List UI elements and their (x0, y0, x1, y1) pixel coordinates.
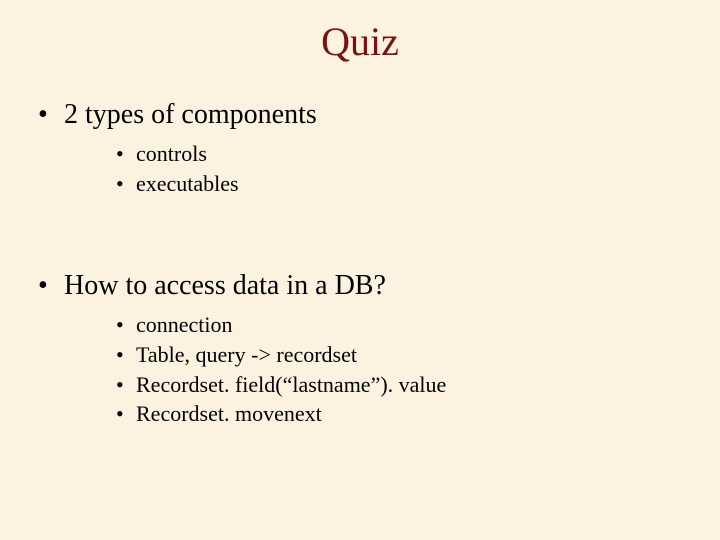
sub-list-item: executables (116, 169, 720, 199)
sub-list-item: connection (116, 310, 720, 340)
slide-title: Quiz (0, 18, 720, 65)
sub-list-item: controls (116, 139, 720, 169)
sub-list-item: Table, query -> recordset (116, 340, 720, 370)
list-item: How to access data in a DB? connection T… (38, 270, 720, 429)
sub-list: controls executables (64, 139, 720, 198)
sub-list-item: Recordset. field(“lastname”). value (116, 370, 720, 400)
bullet-list: How to access data in a DB? connection T… (0, 270, 720, 429)
sub-list: connection Table, query -> recordset Rec… (64, 310, 720, 429)
sub-list-item: Recordset. movenext (116, 399, 720, 429)
list-item: 2 types of components controls executabl… (38, 99, 720, 198)
slide: Quiz 2 types of components controls exec… (0, 18, 720, 540)
bullet-list: 2 types of components controls executabl… (0, 99, 720, 198)
spacer (0, 210, 720, 270)
list-item-text: How to access data in a DB? (64, 270, 386, 301)
list-item-text: 2 types of components (64, 99, 317, 130)
